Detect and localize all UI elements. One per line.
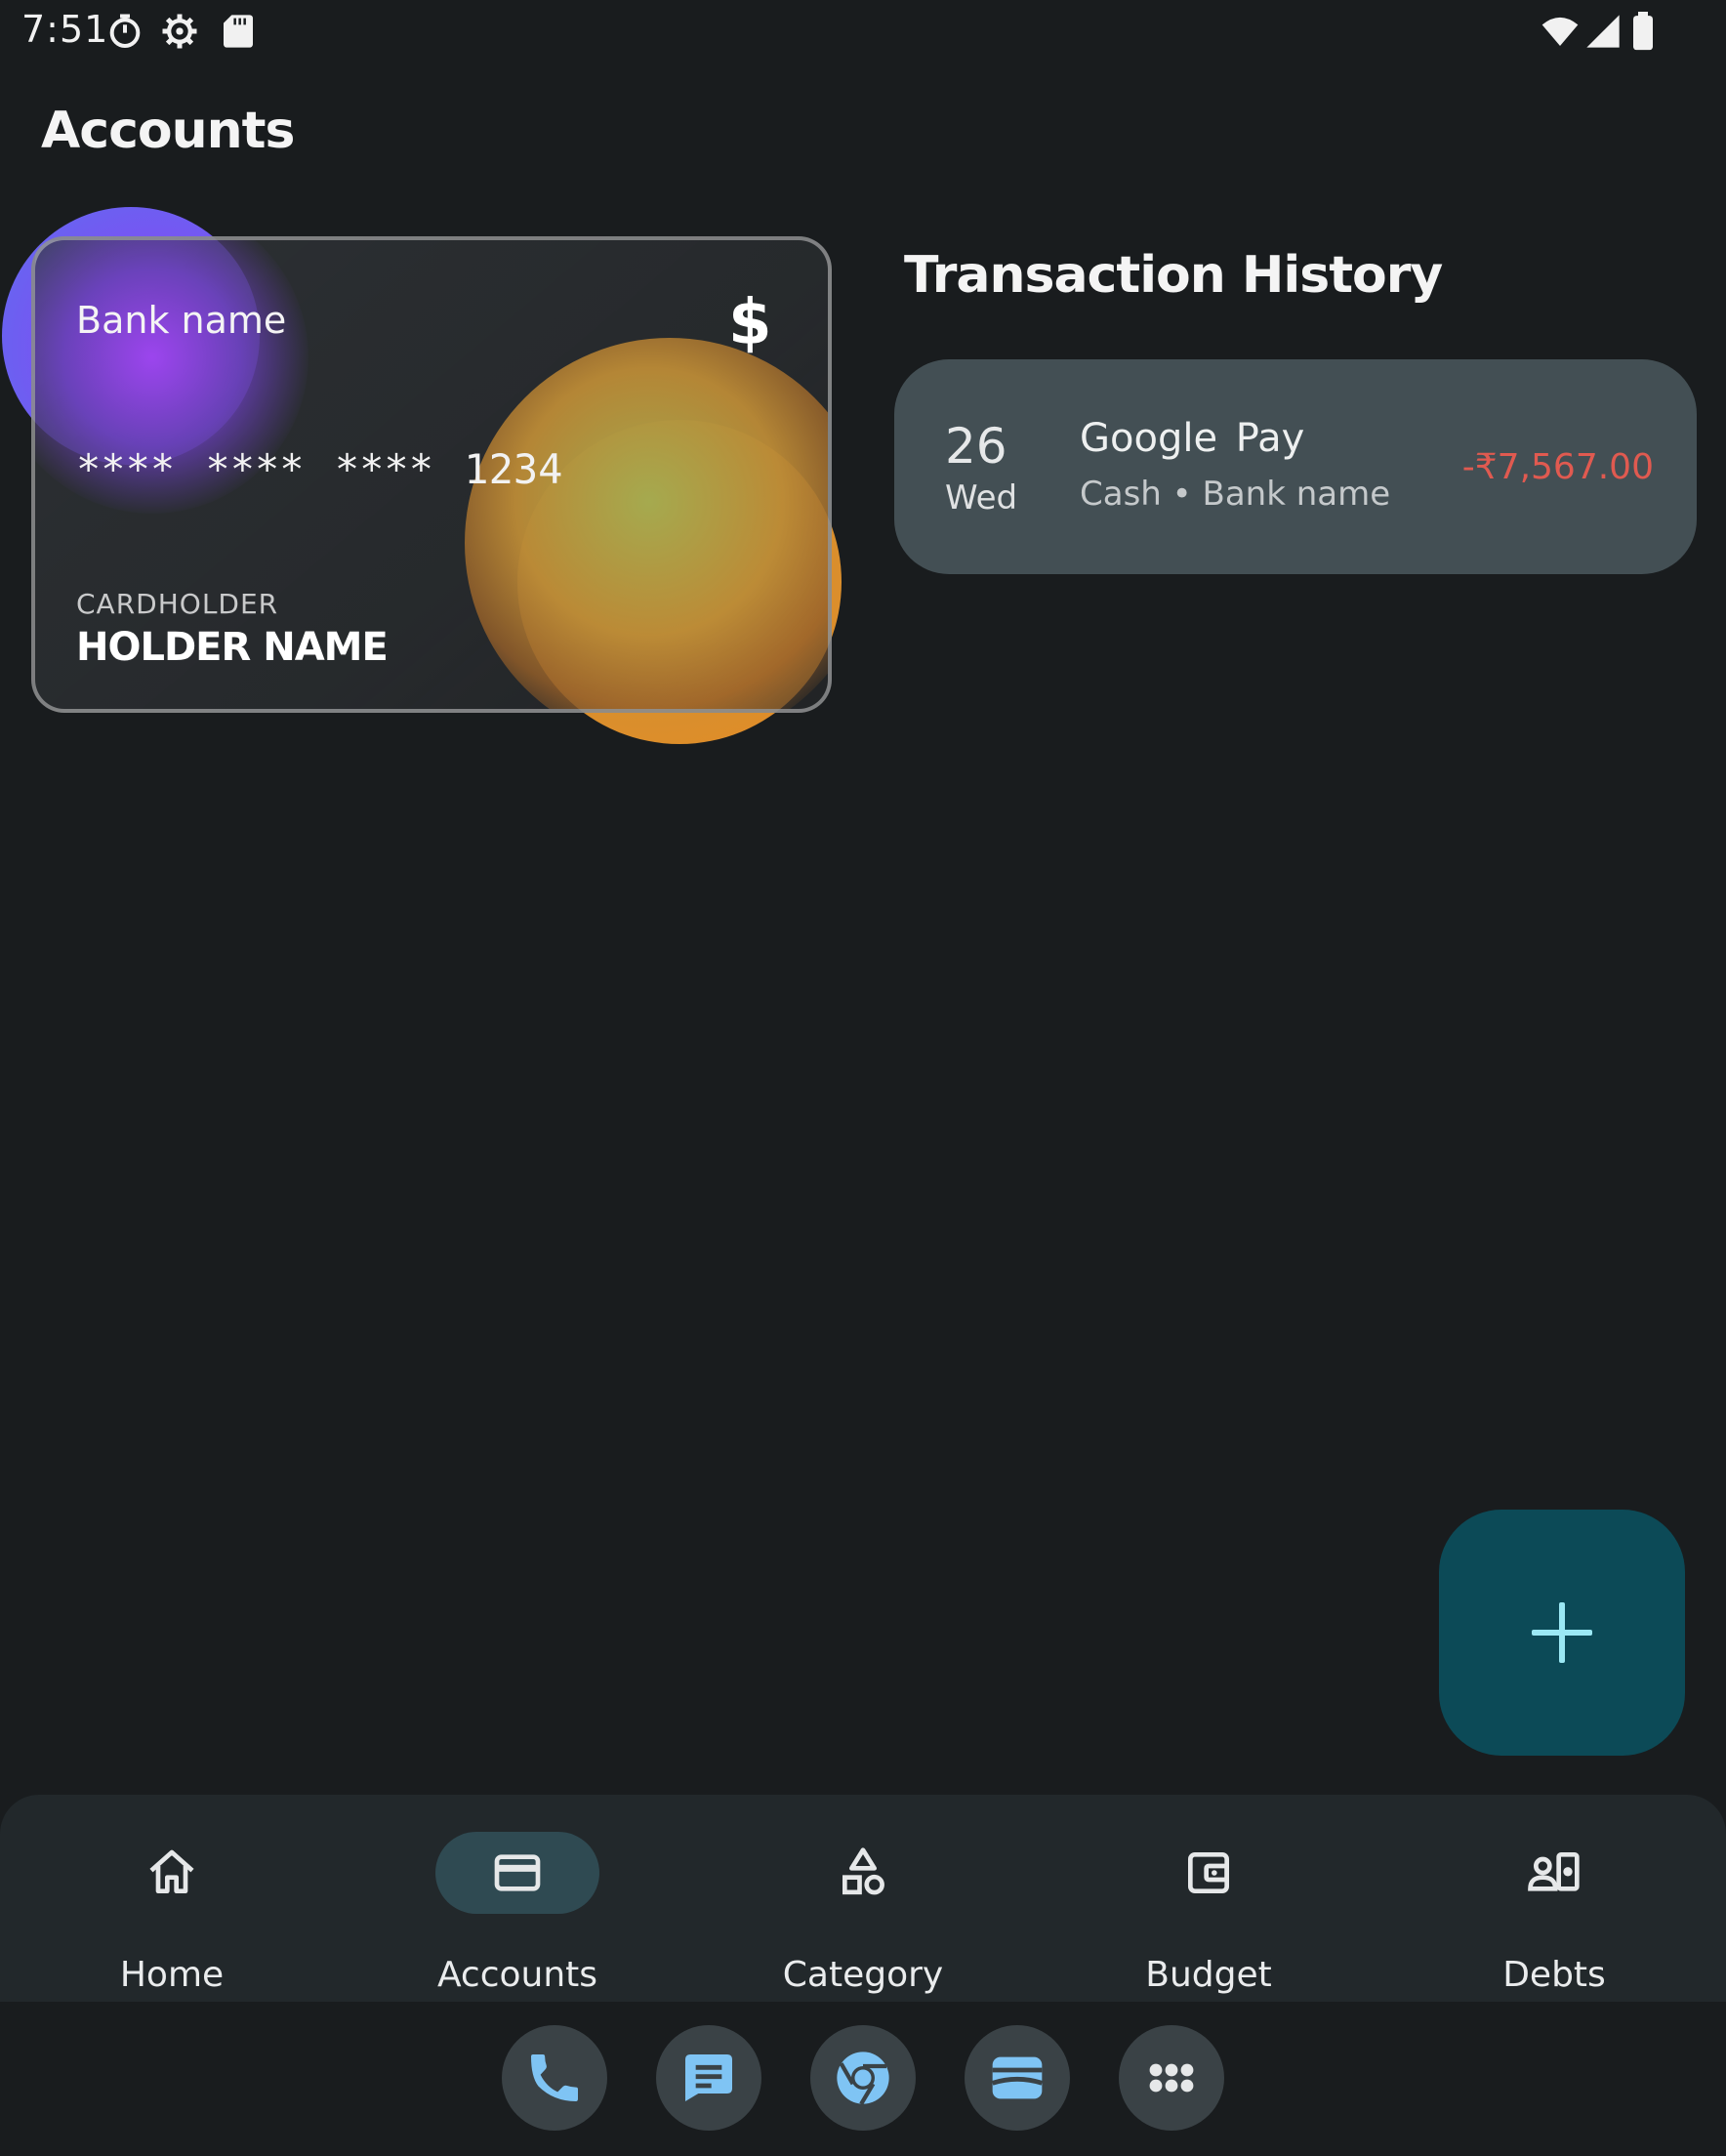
transaction-amount: -₹7,567.00: [1461, 447, 1654, 487]
dollar-icon: $: [728, 287, 772, 359]
bank-card[interactable]: Bank name $ **** **** **** 1234 CARDHOLD…: [31, 236, 832, 713]
chrome-icon[interactable]: [810, 2025, 916, 2131]
cell-signal-icon: [1583, 12, 1623, 51]
card-holder-label: CARDHOLDER: [76, 588, 279, 620]
transaction-item[interactable]: 26 Wed Google Pay Cash • Bank name -₹7,5…: [894, 359, 1697, 574]
card-bank-name: Bank name: [76, 299, 287, 342]
transaction-day: 26: [945, 418, 1007, 475]
wallet-icon: [1179, 1845, 1238, 1900]
nav-label-debts: Debts: [1502, 1955, 1606, 1995]
nav-item-accounts[interactable]: Accounts: [346, 1828, 638, 1995]
credit-card-icon: [488, 1845, 547, 1900]
transaction-subtitle: Cash • Bank name: [1080, 475, 1391, 514]
bank-card-area: Bank name $ **** **** **** 1234 CARDHOLD…: [0, 195, 859, 744]
nav-item-budget[interactable]: Budget: [1037, 1828, 1330, 1995]
nav-item-debts[interactable]: Debts: [1382, 1828, 1675, 1995]
nav-item-home[interactable]: Home: [0, 1828, 293, 1995]
nav-label-home: Home: [119, 1955, 225, 1995]
home-icon: [143, 1845, 201, 1900]
messages-icon[interactable]: [656, 2025, 761, 2131]
nav-label-budget: Budget: [1145, 1955, 1272, 1995]
person-money-icon: [1525, 1845, 1583, 1900]
status-time: 7:51: [21, 8, 109, 51]
phone-icon[interactable]: [502, 2025, 607, 2131]
settings-gear-icon: [160, 12, 199, 51]
transaction-weekday: Wed: [945, 478, 1018, 518]
page-title: Accounts: [41, 102, 295, 160]
wifi-icon: [1539, 12, 1582, 51]
sd-card-icon: [219, 12, 258, 51]
add-transaction-button[interactable]: [1439, 1510, 1685, 1756]
card-number: **** **** **** 1234: [76, 445, 563, 493]
plus-icon: [1532, 1602, 1592, 1663]
status-bar: 7:51: [0, 0, 1726, 64]
card-glow-orange: [465, 338, 828, 709]
transaction-history-title: Transaction History: [904, 246, 1443, 305]
system-dock: [0, 2002, 1726, 2156]
shapes-icon: [834, 1845, 892, 1900]
accounts-screen: 7:51 Accounts Bank name $ **** **** ****…: [0, 0, 1726, 2156]
nav-label-category: Category: [782, 1955, 944, 1995]
battery-icon: [1630, 12, 1656, 51]
wallet-app-icon[interactable]: [965, 2025, 1070, 2131]
stopwatch-icon: [105, 12, 144, 51]
card-holder-name: HOLDER NAME: [76, 625, 389, 670]
transaction-title: Google Pay: [1080, 416, 1305, 461]
bottom-navigation: Home Accounts Category Budget Debts: [0, 1795, 1726, 2002]
app-drawer-icon[interactable]: [1119, 2025, 1224, 2131]
nav-item-category[interactable]: Category: [691, 1828, 984, 1995]
nav-label-accounts: Accounts: [436, 1955, 598, 1995]
